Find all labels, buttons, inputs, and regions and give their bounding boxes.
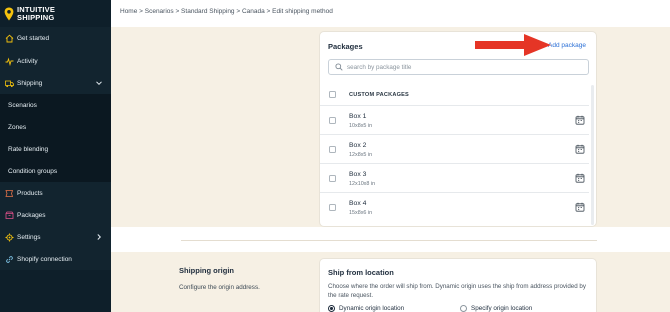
packages-title: Packages <box>328 42 363 51</box>
radio-label: Dynamic origin location <box>339 305 405 312</box>
main-content: Home > Scenarios > Standard Shipping > C… <box>111 0 670 312</box>
sidebar-item-scenarios[interactable]: Scenarios <box>0 94 111 116</box>
sidebar-item-label: Scenarios <box>8 101 37 109</box>
row-checkbox[interactable] <box>329 117 336 124</box>
list-scrollbar[interactable] <box>591 85 594 225</box>
calendar-icon[interactable] <box>575 202 585 212</box>
packages-list-header: CUSTOM PACKAGES <box>320 84 589 106</box>
search-input[interactable] <box>347 63 577 71</box>
package-dimensions: 10x8x5 in <box>349 123 373 129</box>
packages-card: Packages Add package CUSTOM PACKAGES Box… <box>319 31 597 227</box>
sidebar-item-label: Shopify connection <box>17 255 72 263</box>
radio-label: Specify origin location <box>471 305 533 312</box>
package-row[interactable]: Box 1 10x8x5 in <box>320 106 589 135</box>
sidebar-item-label: Get started <box>17 35 50 42</box>
radio-dynamic-origin[interactable]: Dynamic origin location <box>328 305 404 312</box>
sidebar-item-packages[interactable]: Packages <box>0 204 111 226</box>
ship-from-description: Choose where the order will ship from. D… <box>328 283 586 299</box>
brand-name: INTUITIVE SHIPPING <box>17 5 56 22</box>
section-divider <box>181 240 597 241</box>
box-icon <box>5 211 14 219</box>
link-icon <box>6 255 13 263</box>
sidebar-item-label: Packages <box>17 211 46 219</box>
row-checkbox[interactable] <box>329 204 336 211</box>
row-checkbox[interactable] <box>329 175 336 182</box>
annotation-arrow <box>475 34 551 56</box>
radio-button[interactable] <box>460 305 467 312</box>
column-header: CUSTOM PACKAGES <box>349 92 409 98</box>
package-search[interactable] <box>328 59 589 75</box>
package-name: Box 3 <box>349 171 367 178</box>
sidebar-item-zones[interactable]: Zones <box>0 116 111 138</box>
sidebar-item-products[interactable]: Products <box>0 182 111 204</box>
sidebar-item-label: Rate blending <box>8 145 49 153</box>
select-all-checkbox[interactable] <box>329 91 336 98</box>
sidebar-item-label: Shipping <box>17 79 43 87</box>
calendar-icon[interactable] <box>575 115 585 125</box>
sidebar-item-condition-groups[interactable]: Condition groups <box>0 160 111 182</box>
package-dimensions: 12x10x8 in <box>349 181 376 187</box>
package-row[interactable]: Box 2 12x8x5 in <box>320 135 589 164</box>
package-dimensions: 15x8x6 in <box>349 210 373 216</box>
package-name: Box 4 <box>349 200 367 207</box>
ship-from-card: Ship from location Choose where the orde… <box>319 258 597 312</box>
sidebar-item-label: Activity <box>17 57 38 65</box>
package-row[interactable]: Box 4 15x8x6 in <box>320 193 589 222</box>
row-checkbox[interactable] <box>329 146 336 153</box>
search-icon <box>335 63 343 71</box>
location-pin-icon <box>4 7 14 20</box>
sidebar-item-get-started[interactable]: Get started <box>0 27 111 50</box>
sidebar-item-label: Settings <box>17 233 41 241</box>
activity-icon <box>5 56 14 66</box>
sidebar-item-label: Condition groups <box>8 167 58 175</box>
sidebar-item-settings[interactable]: Settings <box>0 226 111 248</box>
sidebar-item-rate-blending[interactable]: Rate blending <box>0 138 111 160</box>
shipping-origin-title: Shipping origin <box>179 266 234 275</box>
sidebar-item-activity[interactable]: Activity <box>0 50 111 72</box>
sidebar-item-shipping[interactable]: Shipping <box>0 72 111 94</box>
calendar-icon[interactable] <box>575 144 585 154</box>
gear-icon <box>5 233 14 241</box>
home-icon <box>5 34 14 43</box>
package-name: Box 1 <box>349 113 367 120</box>
calendar-icon[interactable] <box>575 173 585 183</box>
truck-icon <box>5 80 14 87</box>
shipping-origin-description: Configure the origin address. <box>179 284 260 291</box>
brand-logo[interactable]: INTUITIVE SHIPPING <box>0 0 111 27</box>
sidebar-item-label: Zones <box>8 123 27 131</box>
radio-specify-origin[interactable]: Specify origin location <box>460 305 532 312</box>
radio-button-selected[interactable] <box>328 305 335 312</box>
chevron-right-icon <box>97 234 102 240</box>
package-dimensions: 12x8x5 in <box>349 152 373 158</box>
tag-icon <box>5 189 14 197</box>
ship-from-title: Ship from location <box>328 268 394 277</box>
package-row[interactable]: Box 3 12x10x8 in <box>320 164 589 193</box>
breadcrumb[interactable]: Home > Scenarios > Standard Shipping > C… <box>120 8 333 15</box>
add-package-link[interactable]: Add package <box>548 42 586 49</box>
sidebar-item-shopify-connection[interactable]: Shopify connection <box>0 248 111 270</box>
package-name: Box 2 <box>349 142 367 149</box>
chevron-down-icon <box>96 81 102 86</box>
sidebar: INTUITIVE SHIPPING Get started Activity … <box>0 0 111 312</box>
sidebar-item-label: Products <box>17 189 43 197</box>
